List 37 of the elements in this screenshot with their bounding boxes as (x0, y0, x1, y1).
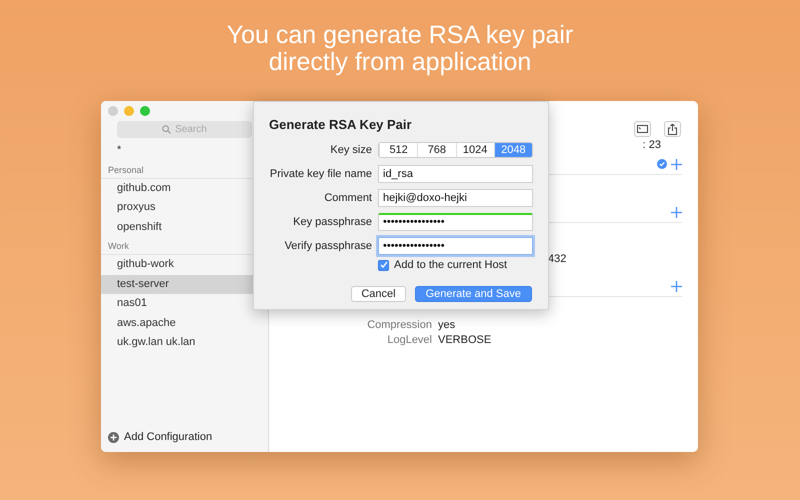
field-label: Comment (323, 192, 372, 204)
terminal-icon (637, 125, 648, 133)
checkbox[interactable] (378, 260, 389, 270)
sidebar-item[interactable]: aws.apache (101, 314, 268, 333)
headline: directly from application (268, 49, 532, 76)
input-field[interactable]: •••••••••••••••• (378, 213, 533, 231)
property-label: Compression (366, 318, 432, 330)
plus-icon[interactable] (671, 280, 682, 292)
plus-circle-icon (108, 432, 119, 442)
cancel-button[interactable]: Cancel (351, 286, 406, 302)
share-button[interactable] (664, 121, 681, 137)
plus-icon[interactable] (671, 206, 682, 218)
terminal-button[interactable] (634, 121, 651, 137)
badge-icon (657, 159, 667, 169)
sidebar-item[interactable]: uk.gw.lan uk.lan (101, 333, 268, 352)
input-field[interactable]: •••••••••••••••• (378, 237, 533, 255)
property-label: LogLevel (386, 334, 432, 346)
headline: You can generate RSA key pair (226, 22, 574, 49)
dialog-title: Generate RSA Key Pair (269, 117, 413, 132)
share-icon (668, 124, 677, 134)
field-label: Private key file name (269, 168, 372, 180)
plus-icon[interactable] (671, 158, 682, 170)
search-icon (162, 125, 172, 134)
input-field[interactable]: hejki@doxo-hejki (378, 189, 533, 207)
property-value: VERBOSE (438, 334, 492, 346)
field-label: Key passphrase (292, 216, 372, 228)
field-value: 432 (548, 253, 566, 265)
zoom-button[interactable] (140, 106, 150, 116)
port-value: : 23 (642, 139, 662, 153)
input-field[interactable]: id_rsa (378, 165, 533, 183)
property-value: yes (438, 318, 456, 330)
field-label: Key size (329, 144, 372, 156)
field-label: Verify passphrase (284, 240, 372, 252)
search-placeholder: Search (175, 124, 207, 135)
segment-option[interactable]: 512 (379, 143, 418, 157)
add-configuration-button[interactable]: Add Configuration (101, 431, 268, 452)
checkbox-label: Add to the current Host (394, 259, 508, 271)
